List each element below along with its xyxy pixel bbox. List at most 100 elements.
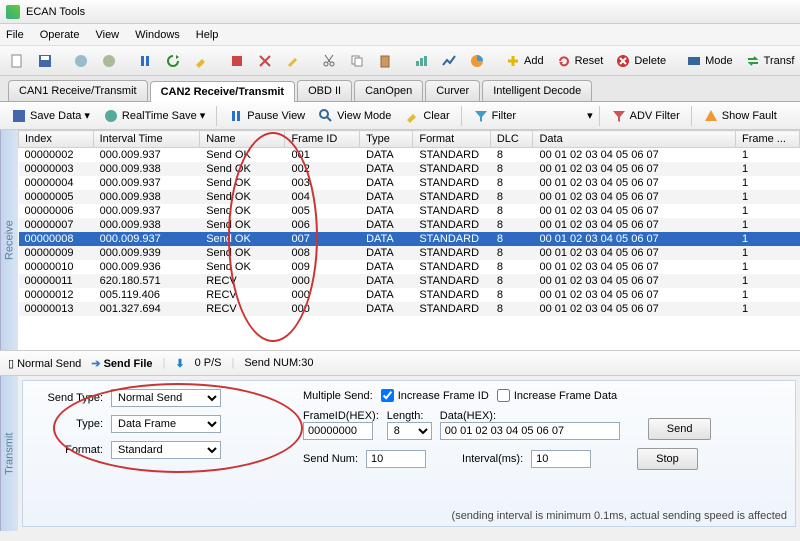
table-row[interactable]: 00000011620.180.571RECV000DATASTANDARD80… xyxy=(19,274,800,288)
reset-button[interactable]: Reset xyxy=(551,50,609,72)
menu-help[interactable]: Help xyxy=(196,29,219,41)
save-button[interactable] xyxy=(32,50,58,72)
cell-type: DATA xyxy=(360,176,413,190)
table-row[interactable]: 00000003000.009.938Send OK002DATASTANDAR… xyxy=(19,162,800,176)
table-row[interactable]: 00000006000.009.937Send OK005DATASTANDAR… xyxy=(19,204,800,218)
main-toolbar: Add Reset Delete Mode Transf xyxy=(0,46,800,76)
cell-fmt: STANDARD xyxy=(413,302,490,316)
add-button[interactable]: Add xyxy=(500,50,549,72)
increase-frame-id-checkbox[interactable]: Increase Frame ID xyxy=(381,389,489,402)
normal-send-mode[interactable]: ▯ Normal Send xyxy=(8,357,81,370)
menu-file[interactable]: File xyxy=(6,29,24,41)
separator xyxy=(599,106,600,126)
tab-can2[interactable]: CAN2 Receive/Transmit xyxy=(150,81,296,102)
tool-stop-button[interactable] xyxy=(224,50,250,72)
tab-can1[interactable]: CAN1 Receive/Transmit xyxy=(8,80,148,101)
datahex-input[interactable] xyxy=(440,422,620,440)
table-row[interactable]: 00000008000.009.937Send OK007DATASTANDAR… xyxy=(19,232,800,246)
column-header[interactable]: Data xyxy=(533,131,736,148)
chart-a-button[interactable] xyxy=(408,50,434,72)
column-header[interactable]: Name xyxy=(200,131,285,148)
show-fault-button[interactable]: Show Fault xyxy=(698,105,782,127)
transmit-panel: Send Type: Normal Send Type: Data Frame … xyxy=(22,380,796,527)
transfer-button[interactable]: Transf xyxy=(740,50,800,72)
view-mode-button[interactable]: View Mode xyxy=(313,105,396,127)
delete-button[interactable]: Delete xyxy=(610,50,671,72)
stop-button[interactable]: Stop xyxy=(637,448,698,470)
table-row[interactable]: 00000007000.009.938Send OK006DATASTANDAR… xyxy=(19,218,800,232)
title-bar: ECAN Tools xyxy=(0,0,800,24)
tool-cut-button[interactable] xyxy=(252,50,278,72)
paste-button[interactable] xyxy=(372,50,398,72)
menu-view[interactable]: View xyxy=(95,29,119,41)
length-select[interactable]: 8 xyxy=(387,422,432,440)
save-data-button[interactable]: Save Data ▾ xyxy=(6,105,95,127)
realtime-save-button[interactable]: RealTime Save ▾ xyxy=(98,105,210,127)
tab-intelligent-decode[interactable]: Intelligent Decode xyxy=(482,80,592,101)
cell-data: 00 01 02 03 04 05 06 07 xyxy=(533,190,736,204)
interval-input[interactable] xyxy=(531,450,591,468)
cell-int: 000.009.936 xyxy=(93,260,200,274)
column-header[interactable]: Frame ID xyxy=(285,131,360,148)
cell-int: 000.009.937 xyxy=(93,176,200,190)
tab-canopen[interactable]: CanOpen xyxy=(354,80,423,101)
column-header[interactable]: Format xyxy=(413,131,490,148)
chart-b-button[interactable] xyxy=(436,50,462,72)
column-header[interactable]: Type xyxy=(360,131,413,148)
table-row[interactable]: 00000012005.119.406RECV000DATASTANDARD80… xyxy=(19,288,800,302)
device-a-button[interactable] xyxy=(68,50,94,72)
data-grid[interactable]: IndexInterval TimeNameFrame IDTypeFormat… xyxy=(18,130,800,350)
table-row[interactable]: 00000004000.009.937Send OK003DATASTANDAR… xyxy=(19,176,800,190)
refresh-button[interactable] xyxy=(160,50,186,72)
copy-button[interactable] xyxy=(344,50,370,72)
table-row[interactable]: 00000002000.009.937Send OK001DATASTANDAR… xyxy=(19,148,800,163)
column-header[interactable]: Frame ... xyxy=(735,131,799,148)
table-row[interactable]: 00000009000.009.939Send OK008DATASTANDAR… xyxy=(19,246,800,260)
filter-button[interactable]: Filter xyxy=(468,105,521,127)
cell-idx: 00000005 xyxy=(19,190,94,204)
column-header[interactable]: Index xyxy=(19,131,94,148)
column-header[interactable]: DLC xyxy=(490,131,533,148)
tool-edit-button[interactable] xyxy=(280,50,306,72)
cell-name: Send OK xyxy=(200,148,285,163)
table-row[interactable]: 00000013001.327.694RECV000DATASTANDARD80… xyxy=(19,302,800,316)
type-select[interactable]: Data Frame xyxy=(111,415,221,433)
table-row[interactable]: 00000010000.009.936Send OK009DATASTANDAR… xyxy=(19,260,800,274)
send-file-button[interactable]: ➔ Send File xyxy=(91,357,152,370)
cell-name: RECV xyxy=(200,302,285,316)
menu-windows[interactable]: Windows xyxy=(135,29,180,41)
vertical-tab-receive[interactable]: Receive xyxy=(0,130,18,350)
vertical-tab-transmit[interactable]: Transmit xyxy=(0,376,18,531)
adv-filter-button[interactable]: ADV Filter xyxy=(606,105,685,127)
table-row[interactable]: 00000005000.009.938Send OK004DATASTANDAR… xyxy=(19,190,800,204)
format-select[interactable]: Standard xyxy=(111,441,221,459)
mode-button[interactable]: Mode xyxy=(681,50,738,72)
send-button[interactable]: Send xyxy=(648,418,712,440)
new-button[interactable] xyxy=(4,50,30,72)
cell-name: Send OK xyxy=(200,246,285,260)
clear-brush-button[interactable] xyxy=(188,50,214,72)
cell-fr: 1 xyxy=(735,260,799,274)
send-num-input[interactable] xyxy=(366,450,426,468)
column-header[interactable]: Interval Time xyxy=(93,131,200,148)
send-type-select[interactable]: Normal Send xyxy=(111,389,221,407)
device-b-button[interactable] xyxy=(96,50,122,72)
scissors-button[interactable] xyxy=(316,50,342,72)
increase-frame-data-checkbox[interactable]: Increase Frame Data xyxy=(497,389,617,402)
cell-type: DATA xyxy=(360,260,413,274)
pause-view-button[interactable]: Pause View xyxy=(223,105,310,127)
pause-button[interactable] xyxy=(132,50,158,72)
cell-name: Send OK xyxy=(200,218,285,232)
status-bar: ▯ Normal Send ➔ Send File | ⬇ 0 P/S | Se… xyxy=(0,350,800,376)
clear-button[interactable]: Clear xyxy=(399,105,454,127)
tab-obd2[interactable]: OBD II xyxy=(297,80,352,101)
cell-type: DATA xyxy=(360,162,413,176)
frameid-input[interactable] xyxy=(303,422,373,440)
menu-operate[interactable]: Operate xyxy=(40,29,80,41)
type-label: Type: xyxy=(33,418,103,430)
view-toolbar: Save Data ▾ RealTime Save ▾ Pause View V… xyxy=(0,102,800,130)
cell-dlc: 8 xyxy=(490,148,533,163)
chart-c-button[interactable] xyxy=(464,50,490,72)
cell-data: 00 01 02 03 04 05 06 07 xyxy=(533,288,736,302)
tab-curver[interactable]: Curver xyxy=(425,80,480,101)
